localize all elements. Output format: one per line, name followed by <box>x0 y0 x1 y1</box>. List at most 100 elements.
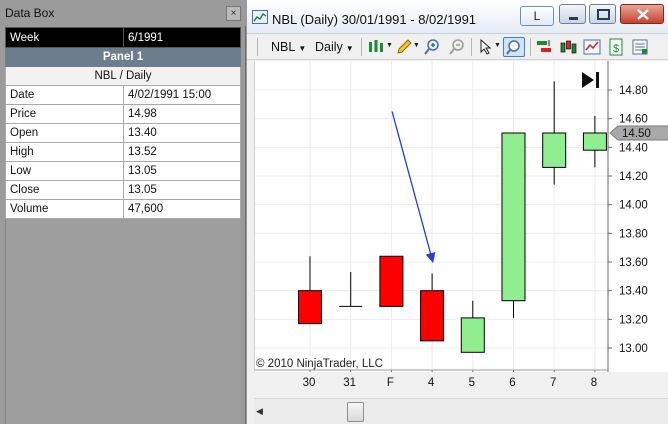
x-tick-label: 8 <box>590 377 598 389</box>
candle-down <box>379 255 404 307</box>
data-box-panel-row: Panel 1 <box>5 47 241 67</box>
row-label: Volume <box>5 199 124 219</box>
y-tick-label: 14.20 <box>619 171 648 183</box>
bar-style-icon[interactable] <box>367 38 385 56</box>
chevron-down-icon[interactable]: ▼ <box>494 42 501 49</box>
pointer-icon[interactable] <box>477 38 495 56</box>
y-tick-label: 13.40 <box>619 286 648 298</box>
scrollbar-thumb[interactable] <box>347 402 364 422</box>
x-tick-label: 4 <box>427 377 435 389</box>
svg-text:$: $ <box>613 43 619 55</box>
copyright-label: © 2010 NinjaTrader, LLC <box>256 358 383 370</box>
properties-icon[interactable] <box>631 38 649 56</box>
price-chart: 13.00 13.20 13.40 13.60 13.80 14.00 14.20 14.40… <box>255 61 668 372</box>
go-to-end-icon[interactable] <box>582 72 599 88</box>
table-row: Open 13.40 <box>5 123 241 143</box>
candle-up <box>542 132 567 168</box>
row-value: 14.98 <box>123 104 241 124</box>
x-tick-label: F <box>386 377 394 389</box>
row-value: 13.05 <box>123 180 241 200</box>
row-label: Date <box>5 85 124 105</box>
table-row: Low 13.05 <box>5 161 241 181</box>
pencil-draw-icon[interactable] <box>395 38 413 56</box>
data-box-table: Week 6/1991 Panel 1 NBL / Daily Date 4/02… <box>5 27 241 219</box>
y-tick-label: 14.60 <box>619 114 648 126</box>
data-box-header-value: 6/1991 <box>123 27 241 48</box>
row-value: 13.40 <box>123 123 241 143</box>
row-value: 47,600 <box>123 199 241 219</box>
chart-app-icon <box>252 10 268 24</box>
link-button[interactable]: L <box>520 6 554 26</box>
data-box-titlebar[interactable]: Data Box × <box>0 0 246 26</box>
row-label: Price <box>5 104 124 124</box>
y-tick-label: 13.80 <box>619 228 648 240</box>
table-row: Close 13.05 <box>5 180 241 200</box>
row-value: 4/02/1991 15:00 <box>123 85 241 105</box>
minimize-button[interactable] <box>559 4 586 24</box>
chart-window: NBL (Daily) 30/01/1991 - 8/02/1991 L NBL… <box>247 0 668 424</box>
data-box-panel-label: Panel 1 <box>5 47 241 67</box>
scroll-left-icon[interactable]: ◀ <box>256 406 263 417</box>
table-row: High 13.52 <box>5 142 241 162</box>
x-tick-label: 5 <box>468 377 475 389</box>
chevron-down-icon: ▼ <box>345 44 354 53</box>
data-box-empty-area <box>5 219 241 424</box>
toolbar-separator <box>257 38 258 56</box>
table-row: Volume 47,600 <box>5 199 241 219</box>
strategy-icon[interactable]: $ <box>607 38 625 56</box>
chart-toolbar: NBL ▼ Daily ▼ ▼ ▼ ▼ $ <box>247 34 668 60</box>
candle-down <box>420 290 445 342</box>
candle-up <box>582 132 607 151</box>
maximize-icon <box>597 9 610 20</box>
candle-up <box>501 132 526 302</box>
row-label: High <box>5 142 124 162</box>
instrument-dropdown-label: NBL <box>271 40 296 54</box>
chart-window-title: NBL (Daily) 30/01/1991 - 8/02/1991 <box>272 12 477 27</box>
data-box-header-label: Week <box>5 27 124 48</box>
x-tick-label: 7 <box>549 377 557 389</box>
candlestick-icon[interactable] <box>559 38 577 56</box>
maximize-button[interactable] <box>589 4 616 24</box>
row-value: 13.52 <box>123 142 241 162</box>
chevron-down-icon: ▼ <box>298 44 307 53</box>
toolbar-separator <box>471 38 472 56</box>
y-tick-label: 13.60 <box>619 257 648 269</box>
row-label: Low <box>5 161 124 181</box>
table-row: Price 14.98 <box>5 104 241 124</box>
toolbar-separator <box>530 38 531 56</box>
y-tick-label: 14.80 <box>619 85 648 97</box>
chart-area[interactable]: 13.00 13.20 13.40 13.60 13.80 14.00 14.20 14.40… <box>254 61 668 372</box>
close-window-button[interactable] <box>620 4 664 24</box>
toolbar-separator <box>361 38 362 56</box>
zoom-in-icon[interactable] <box>423 38 441 56</box>
instrument-dropdown[interactable]: NBL ▼ <box>271 40 306 54</box>
chevron-down-icon[interactable]: ▼ <box>413 42 420 49</box>
row-label: Close <box>5 180 124 200</box>
table-row: Date 4/02/1991 15:00 <box>5 85 241 105</box>
data-box-header-row: Week 6/1991 <box>5 27 241 48</box>
row-value: 13.05 <box>123 161 241 181</box>
minimize-icon <box>569 17 578 20</box>
data-box-instrument-row: NBL / Daily <box>5 66 241 86</box>
order-entry-icon[interactable] <box>535 38 553 56</box>
x-tick-label: 30 <box>302 377 316 389</box>
data-box-close-button[interactable]: × <box>226 6 241 21</box>
y-tick-label: 14.00 <box>619 200 648 212</box>
current-price-label: 14.50 <box>622 128 651 140</box>
data-box-instrument-label: NBL / Daily <box>5 66 241 86</box>
interval-dropdown[interactable]: Daily ▼ <box>315 40 354 54</box>
x-tick-label: 6 <box>509 377 516 389</box>
chart-titlebar[interactable]: NBL (Daily) 30/01/1991 - 8/02/1991 L <box>247 0 668 34</box>
candle-up <box>460 317 485 353</box>
data-box-toggle-button[interactable] <box>503 37 525 57</box>
horizontal-scrollbar[interactable]: ◀ <box>254 398 668 424</box>
data-box-title: Data Box <box>5 6 55 20</box>
zoom-out-icon[interactable] <box>448 38 466 56</box>
indicators-icon[interactable] <box>583 38 601 56</box>
row-label: Open <box>5 123 124 143</box>
screen: Data Box × Week 6/1991 Panel 1 NBL / Dai… <box>0 0 668 424</box>
x-tick-label: 31 <box>343 377 357 389</box>
y-tick-label: 13.00 <box>619 343 648 355</box>
y-tick-label: 14.40 <box>619 142 648 154</box>
chevron-down-icon[interactable]: ▼ <box>386 42 393 49</box>
